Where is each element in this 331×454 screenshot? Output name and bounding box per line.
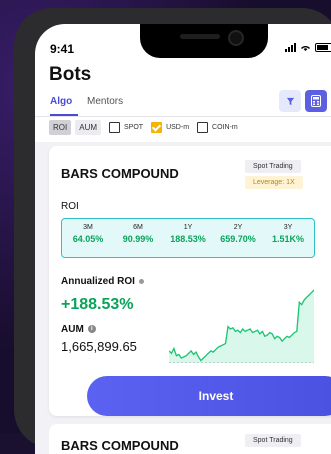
roi-label: ROI xyxy=(61,201,79,212)
type-tag: Spot Trading xyxy=(245,160,301,173)
filter-icon xyxy=(286,97,294,105)
checkbox-label: COIN-m xyxy=(212,123,238,131)
roi-1y: 1Y 188.53% xyxy=(162,224,214,244)
annualized-roi-text: Annualized ROI xyxy=(61,276,135,287)
checkbox-checked xyxy=(151,121,163,133)
sort-aum-chip[interactable]: AUM xyxy=(75,119,102,135)
roi-period: 2Y xyxy=(233,224,243,231)
info-icon[interactable]: i xyxy=(87,325,96,334)
coinm-checkbox[interactable]: COIN-m xyxy=(197,121,238,133)
signal-icon xyxy=(285,43,296,52)
filter-button[interactable] xyxy=(279,90,301,112)
roi-value: 64.05% xyxy=(72,234,104,244)
aum-label: AUM i xyxy=(61,324,96,335)
type-tag: Spot Trading xyxy=(245,434,301,447)
camera xyxy=(228,30,244,46)
checkbox-label: USD-m xyxy=(166,123,190,131)
strategy-card[interactable]: BARS COMPOUND Spot Trading xyxy=(49,424,331,454)
sort-roi-chip[interactable]: ROI xyxy=(49,119,72,135)
aum-value: 1,665,899.65 xyxy=(61,339,137,354)
calculator-icon xyxy=(311,95,321,107)
active-tab-indicator xyxy=(50,114,78,116)
roi-value: 659.70% xyxy=(220,234,256,244)
info-icon[interactable] xyxy=(138,278,144,284)
tab-algo[interactable]: Algo xyxy=(50,96,72,107)
strategy-name: BARS COMPOUND xyxy=(61,438,179,453)
annualized-roi-label: Annualized ROI xyxy=(61,276,144,287)
roi-period: 1Y xyxy=(183,224,193,231)
roi-3y: 3Y 1.51K% xyxy=(262,224,314,244)
app-screen: 9:41 Bots Algo Mentors ROI AUM SPOT USD-… xyxy=(35,24,331,454)
roi-value: 1.51K% xyxy=(271,234,305,244)
roi-3m: 3M 64.05% xyxy=(62,224,114,244)
leverage-tag: Leverage: 1X xyxy=(245,176,303,189)
calculator-button[interactable] xyxy=(305,90,327,112)
invest-button[interactable]: Invest xyxy=(87,376,331,416)
roi-6m: 6M 90.99% xyxy=(112,224,164,244)
usdm-checkbox[interactable]: USD-m xyxy=(151,121,190,133)
status-time: 9:41 xyxy=(50,42,75,56)
annualized-roi-value: +188.53% xyxy=(61,296,134,313)
performance-sparkline xyxy=(169,289,314,363)
roi-value: 90.99% xyxy=(122,234,154,244)
roi-period: 3Y xyxy=(283,224,293,231)
speaker xyxy=(180,34,220,39)
wifi-icon xyxy=(301,45,310,51)
roi-2y: 2Y 659.70% xyxy=(212,224,264,244)
roi-value: 188.53% xyxy=(170,234,206,244)
roi-periods: 3M 64.05% 6M 90.99% 1Y 188.53% 2Y 659.70% 3Y… xyxy=(61,218,315,258)
spot-checkbox[interactable]: SPOT xyxy=(109,121,144,133)
phone-notch xyxy=(140,24,268,58)
checkbox-box xyxy=(197,121,209,133)
phone-frame: 9:41 Bots Algo Mentors ROI AUM SPOT USD-… xyxy=(14,8,331,454)
roi-period: 3M xyxy=(83,224,93,231)
battery-icon xyxy=(315,43,331,52)
page-title: Bots xyxy=(49,64,92,85)
checkbox-box xyxy=(109,121,121,133)
aum-text: AUM xyxy=(61,324,84,335)
roi-period: 6M xyxy=(133,224,143,231)
filter-chips: ROI AUM SPOT USD-m COIN-m xyxy=(49,118,238,136)
strategy-name: BARS COMPOUND xyxy=(61,166,179,181)
strategy-card[interactable]: BARS COMPOUND Spot Trading Leverage: 1X … xyxy=(49,146,331,416)
checkbox-label: SPOT xyxy=(124,123,144,131)
status-icons xyxy=(285,43,331,52)
tab-mentors[interactable]: Mentors xyxy=(87,96,123,107)
